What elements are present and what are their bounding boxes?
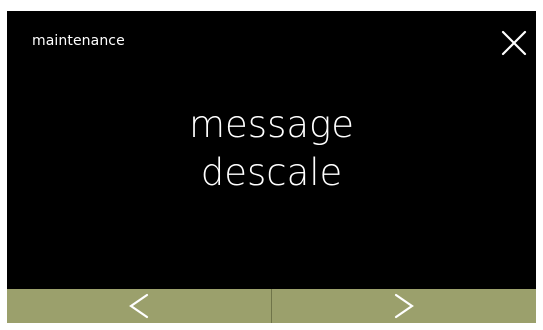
message-line-2: descale bbox=[200, 151, 343, 194]
next-button[interactable] bbox=[272, 289, 536, 323]
close-button[interactable] bbox=[496, 25, 532, 61]
page-title: maintenance bbox=[32, 33, 125, 49]
message-text: message descale bbox=[7, 101, 536, 197]
close-icon bbox=[501, 30, 527, 56]
navigation-bar bbox=[7, 289, 536, 323]
chevron-left-icon bbox=[129, 293, 149, 319]
chevron-right-icon bbox=[394, 293, 414, 319]
message-line-1: message bbox=[188, 103, 354, 146]
display-screen: maintenance message descale bbox=[7, 11, 536, 323]
previous-button[interactable] bbox=[7, 289, 271, 323]
